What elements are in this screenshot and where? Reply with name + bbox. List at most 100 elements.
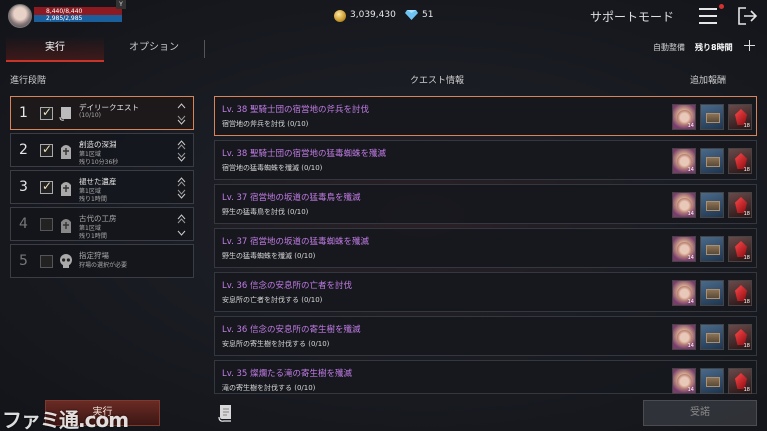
reward-count: 14	[687, 167, 694, 173]
stage-remaining: 残り1時間	[79, 233, 107, 240]
plus-icon[interactable]	[744, 40, 755, 51]
reward-scroll[interactable]: 14	[672, 368, 696, 394]
reward-chest[interactable]	[700, 280, 724, 306]
stage-item[interactable]: 4 古代の工房 第1区域 残り1時間	[10, 207, 194, 241]
stage-number: 2	[19, 142, 28, 158]
notification-dot	[719, 4, 724, 9]
mp-text: 2,985/2,985	[46, 15, 83, 22]
reward-chest[interactable]	[700, 148, 724, 174]
avatar[interactable]	[8, 4, 32, 28]
tombstone-icon	[61, 182, 71, 196]
stage-checkbox[interactable]	[40, 255, 53, 268]
reward-ruby[interactable]: 18	[728, 280, 752, 306]
quest-objective: 安息所の寄生樹を討伐する (0/10)	[222, 340, 330, 348]
quest-info-heading: クエスト情報	[410, 76, 465, 86]
reward-count: 14	[687, 211, 694, 217]
stage-checkbox[interactable]	[40, 142, 53, 157]
reward-ruby[interactable]: 18	[728, 192, 752, 218]
stage-item[interactable]: 1 デイリークエスト (10/10)	[10, 96, 194, 130]
reorder-arrows-icon[interactable]	[177, 177, 186, 199]
reward-ruby[interactable]: 18	[728, 324, 752, 350]
stage-number: 4	[19, 216, 28, 232]
tab-run[interactable]: 実行	[6, 36, 104, 62]
reward-ruby[interactable]: 18	[728, 148, 752, 174]
stage-item[interactable]: 3 褪せた遺産 第1区域 残り1時間	[10, 170, 194, 204]
tab-divider	[204, 40, 205, 58]
quest-title: Lv. 36 信念の安息所の亡者を討伐	[222, 281, 353, 291]
tab-options[interactable]: オプション	[104, 36, 204, 62]
stage-item[interactable]: 2 創造の深淵 第1区域 残り10分36秒	[10, 133, 194, 167]
stage-number: 3	[19, 179, 28, 195]
quest-title: Lv. 36 信念の安息所の寄生樹を殲滅	[222, 325, 361, 335]
chest-icon	[706, 113, 720, 123]
quest-item[interactable]: Lv. 37 宿営地の坂道の猛毒蜘蛛を殲滅 野生の猛毒蜘蛛を殲滅 (0/10) …	[214, 228, 757, 268]
quest-scroll-icon[interactable]	[217, 403, 234, 423]
reward-ruby[interactable]: 18	[728, 368, 752, 394]
reward-chest[interactable]	[700, 236, 724, 262]
chest-icon	[706, 201, 720, 211]
reward-scroll[interactable]: 14	[672, 192, 696, 218]
stage-remaining: 残り10分36秒	[79, 159, 119, 166]
accept-button[interactable]: 受諾	[643, 400, 757, 426]
gold-coin-icon	[334, 10, 346, 22]
stage-detail: (10/10)	[79, 112, 101, 119]
tombstone-icon	[61, 145, 71, 159]
quest-title: Lv. 38 聖騎士団の宿営地の猛毒蜘蛛を殲滅	[222, 149, 387, 159]
reorder-arrows-icon[interactable]	[177, 214, 186, 236]
quest-title: Lv. 38 聖騎士団の宿営地の斧兵を討伐	[222, 105, 370, 115]
reward-count: 14	[687, 255, 694, 261]
quest-item[interactable]: Lv. 35 燦爛たる滝の寄生樹を殲滅 滝の寄生樹を討伐する (0/10) 14…	[214, 360, 757, 394]
stage-checkbox[interactable]	[40, 105, 53, 120]
diamond-icon	[405, 10, 418, 20]
reorder-arrows-icon[interactable]	[177, 103, 186, 125]
reorder-arrows-icon[interactable]	[177, 140, 186, 162]
hp-text: 8,440/8,440	[46, 8, 83, 15]
progress-heading: 進行段階	[10, 76, 47, 86]
exit-icon[interactable]	[738, 7, 758, 25]
stage-number: 5	[19, 253, 28, 269]
chest-icon	[706, 157, 720, 167]
gem-amount: 51	[422, 10, 434, 20]
support-mode-label[interactable]: サポートモード	[590, 8, 674, 25]
top-bar: 8,440/8,440 2,985/2,985 Y 3,039,430 51 サ…	[0, 0, 767, 34]
reward-chest[interactable]	[700, 104, 724, 130]
stage-detail: 狩場の選択が必要	[79, 262, 128, 269]
stage-item[interactable]: 5 指定狩場 狩場の選択が必要	[10, 244, 194, 278]
chest-icon	[706, 245, 720, 255]
quest-item[interactable]: Lv. 38 聖騎士団の宿営地の斧兵を討伐 宿営地の斧兵を討伐 (0/10) 1…	[214, 96, 757, 136]
auto-maintenance-time: 残り8時間	[695, 43, 733, 52]
stage-checkbox[interactable]	[40, 179, 53, 194]
hamburger-menu-icon[interactable]	[699, 8, 717, 24]
reward-count: 18	[743, 343, 750, 349]
reward-chest[interactable]	[700, 192, 724, 218]
reward-scroll[interactable]: 14	[672, 280, 696, 306]
reward-scroll[interactable]: 14	[672, 236, 696, 262]
quest-item[interactable]: Lv. 36 信念の安息所の寄生樹を殲滅 安息所の寄生樹を討伐する (0/10)…	[214, 316, 757, 356]
stage-number: 1	[19, 105, 28, 121]
stage-checkbox[interactable]	[40, 218, 53, 231]
quest-item[interactable]: Lv. 38 聖騎士団の宿営地の猛毒蜘蛛を殲滅 宿営地の猛毒蜘蛛を殲滅 (0/1…	[214, 140, 757, 180]
skull-icon	[60, 254, 72, 268]
reward-count: 14	[687, 123, 694, 129]
auto-maintenance-label: 自動整備	[653, 43, 685, 52]
quest-objective: 滝の寄生樹を討伐する (0/10)	[222, 384, 316, 392]
reward-scroll[interactable]: 14	[672, 324, 696, 350]
chest-icon	[706, 289, 720, 299]
reward-ruby[interactable]: 18	[728, 104, 752, 130]
quest-objective: 野生の猛毒蜘蛛を殲滅 (0/10)	[222, 252, 316, 260]
reward-scroll[interactable]: 14	[672, 104, 696, 130]
quest-objective: 宿営地の斧兵を討伐 (0/10)	[222, 120, 309, 128]
reward-ruby[interactable]: 18	[728, 236, 752, 262]
reward-count: 18	[743, 123, 750, 129]
quest-title: Lv. 37 宿営地の坂道の猛毒鳥を殲滅	[222, 193, 361, 203]
reward-scroll[interactable]: 14	[672, 148, 696, 174]
quest-item[interactable]: Lv. 36 信念の安息所の亡者を討伐 安息所の亡者を討伐する (0/10) 1…	[214, 272, 757, 312]
quest-item[interactable]: Lv. 37 宿営地の坂道の猛毒鳥を殲滅 野生の猛毒鳥を討伐 (0/10) 14…	[214, 184, 757, 224]
reward-chest[interactable]	[700, 368, 724, 394]
reward-chest[interactable]	[700, 324, 724, 350]
gold-amount: 3,039,430	[350, 10, 396, 20]
quest-title: Lv. 35 燦爛たる滝の寄生樹を殲滅	[222, 369, 353, 379]
extra-reward-heading: 追加報酬	[690, 76, 727, 86]
quest-objective: 安息所の亡者を討伐する (0/10)	[222, 296, 323, 304]
chest-icon	[706, 333, 720, 343]
